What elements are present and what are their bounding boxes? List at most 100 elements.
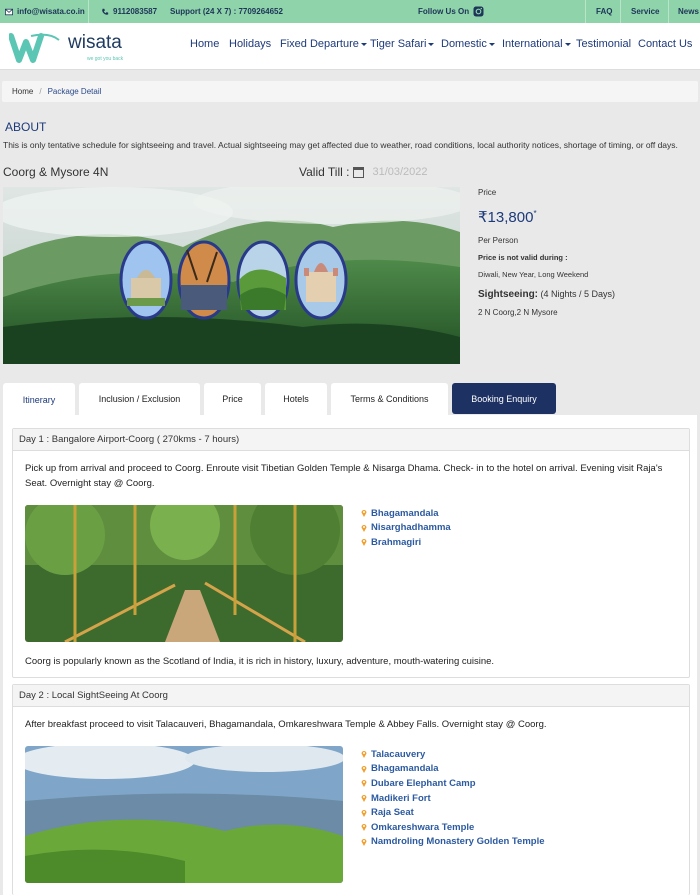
booking-enquiry-label: Booking Enquiry bbox=[471, 393, 537, 404]
nav-domestic-label: Domestic bbox=[441, 38, 487, 50]
service-link[interactable]: Service bbox=[631, 0, 659, 23]
tab-inclusion-exclusion[interactable]: Inclusion / Exclusion bbox=[79, 383, 200, 415]
day-title: Day 2 : Local SightSeeing At Coorg bbox=[13, 685, 689, 707]
phone-icon bbox=[102, 8, 109, 15]
mountain-landscape-image bbox=[3, 187, 460, 364]
map-pin-icon bbox=[361, 751, 367, 759]
not-valid-text: Diwali, New Year, Long Weekend bbox=[478, 270, 589, 279]
package-title: Coorg & Mysore 4N bbox=[3, 165, 109, 179]
faq-link[interactable]: FAQ bbox=[596, 0, 612, 23]
day-description: Pick up from arrival and proceed to Coor… bbox=[25, 463, 663, 489]
place-name: Nisarghadhamma bbox=[371, 522, 451, 534]
service-link-label: Service bbox=[631, 7, 660, 16]
day-photo bbox=[25, 746, 343, 883]
brand-tagline: we got you back bbox=[87, 56, 124, 62]
valid-label: Valid Till : bbox=[299, 165, 350, 179]
nav-holidays-label: Holidays bbox=[229, 38, 272, 50]
nav-tiger-safari[interactable]: Tiger Safari bbox=[370, 38, 435, 50]
green-hills-thumbnail bbox=[236, 240, 290, 320]
breadcrumb-separator: / bbox=[39, 87, 42, 96]
follow-text: Follow Us On bbox=[418, 7, 470, 16]
list-item[interactable]: Talacauvery bbox=[361, 747, 545, 762]
place-name: Bhagamandala bbox=[371, 507, 439, 519]
rope-bridge-image bbox=[25, 505, 343, 642]
tab-hotels[interactable]: Hotels bbox=[265, 383, 327, 415]
list-item[interactable]: Bhagamandala bbox=[361, 762, 545, 777]
sightseeing: Sightseeing: (4 Nights / 5 Days) bbox=[478, 289, 615, 300]
breadcrumb-home[interactable]: Home bbox=[12, 87, 33, 96]
brand-name: wisata bbox=[68, 32, 122, 53]
brand-logo[interactable]: wisata we got you back bbox=[8, 28, 129, 66]
list-item[interactable]: Dubare Elephant Camp bbox=[361, 776, 545, 791]
price-label: Price bbox=[478, 188, 497, 197]
map-pin-icon bbox=[361, 824, 367, 832]
map-pin-icon bbox=[361, 795, 367, 803]
nav-contact-us-label: Contact Us bbox=[638, 38, 693, 50]
route-summary: 2 N Coorg,2 N Mysore bbox=[478, 308, 558, 317]
place-list: Bhagamandala Nisarghadhamma Brahmagiri bbox=[361, 506, 451, 550]
nav-contact-us[interactable]: Contact Us bbox=[638, 38, 692, 50]
map-pin-icon bbox=[361, 780, 367, 788]
day-card: Day 1 : Bangalore Airport-Coorg ( 270kms… bbox=[12, 428, 690, 678]
list-item[interactable]: Raja Seat bbox=[361, 805, 545, 820]
nav-home[interactable]: Home bbox=[190, 38, 219, 50]
nav-tiger-safari-label: Tiger Safari bbox=[370, 38, 427, 50]
day-card: Day 2 : Local SightSeeing At Coorg After… bbox=[12, 684, 690, 895]
breadcrumb-current: Package Detail bbox=[47, 87, 102, 96]
day-description: After breakfast proceed to visit Talacau… bbox=[25, 719, 547, 730]
package-hero-image bbox=[3, 187, 460, 364]
nav-fixed-departure[interactable]: Fixed Departure bbox=[280, 38, 367, 50]
nav-testimonial-label: Testimonial bbox=[576, 38, 632, 50]
tab-terms[interactable]: Terms & Conditions bbox=[331, 383, 448, 415]
list-item[interactable]: Bhagamandala bbox=[361, 506, 451, 521]
place-name: Omkareshwara Temple bbox=[371, 821, 475, 833]
about-heading: ABOUT bbox=[5, 120, 47, 134]
hills-landscape-image bbox=[25, 746, 343, 883]
list-item[interactable]: Brahmagiri bbox=[361, 535, 451, 550]
place-name: Raja Seat bbox=[371, 807, 414, 819]
nav-international[interactable]: International bbox=[502, 38, 571, 50]
vidhana-soudha-thumbnail bbox=[119, 240, 173, 320]
tab-inclusion-label: Inclusion / Exclusion bbox=[98, 394, 181, 404]
tab-price[interactable]: Price bbox=[204, 383, 261, 415]
chevron-down-icon bbox=[488, 42, 495, 46]
place-name: Dubare Elephant Camp bbox=[371, 777, 476, 789]
breadcrumb: Home / Package Detail bbox=[2, 81, 698, 102]
list-item[interactable]: Namdroling Monastery Golden Temple bbox=[361, 835, 545, 850]
chevron-down-icon bbox=[564, 42, 571, 46]
sightseeing-label: Sightseeing: bbox=[478, 289, 539, 300]
chevron-down-icon bbox=[360, 42, 367, 46]
support-text: Support (24 X 7) : 7709264652 bbox=[170, 7, 283, 16]
map-pin-icon bbox=[361, 809, 367, 817]
itinerary-panel: Day 1 : Bangalore Airport-Coorg ( 270kms… bbox=[3, 415, 697, 895]
email-contact[interactable]: info@wisata.co.in bbox=[5, 0, 85, 23]
news-link[interactable]: News bbox=[678, 0, 699, 23]
faq-link-label: FAQ bbox=[596, 7, 613, 16]
nav-testimonial[interactable]: Testimonial bbox=[576, 38, 631, 50]
day-note: Coorg is popularly known as the Scotland… bbox=[25, 656, 495, 667]
envelope-icon bbox=[5, 8, 13, 15]
site-header: wisata we got you back Home Holidays Fix… bbox=[0, 23, 700, 70]
tab-hotels-label: Hotels bbox=[283, 394, 309, 404]
instagram-icon[interactable] bbox=[473, 6, 484, 17]
booking-enquiry-button[interactable]: Booking Enquiry bbox=[452, 383, 556, 414]
phone-contact[interactable]: 9112083587 bbox=[101, 0, 157, 23]
map-pin-icon bbox=[361, 765, 367, 773]
list-item[interactable]: Madikeri Fort bbox=[361, 791, 545, 806]
list-item[interactable]: Nisarghadhamma bbox=[361, 521, 451, 536]
phone-text: 9112083587 bbox=[113, 7, 158, 16]
day-title: Day 1 : Bangalore Airport-Coorg ( 270kms… bbox=[13, 429, 689, 451]
list-item[interactable]: Omkareshwara Temple bbox=[361, 820, 545, 835]
nav-fixed-departure-label: Fixed Departure bbox=[280, 38, 359, 50]
valid-date: 31/03/2022 bbox=[372, 166, 428, 178]
price-value: ₹13,800 bbox=[478, 209, 534, 226]
sunset-thumbnail bbox=[177, 240, 231, 320]
tab-itinerary[interactable]: Itinerary bbox=[3, 383, 75, 417]
nav-holidays[interactable]: Holidays bbox=[229, 38, 271, 50]
nav-domestic[interactable]: Domestic bbox=[441, 38, 495, 50]
about-text: This is only tentative schedule for sigh… bbox=[3, 140, 678, 150]
support-contact[interactable]: Support (24 X 7) : 7709264652 bbox=[170, 0, 283, 23]
tab-terms-label: Terms & Conditions bbox=[350, 394, 429, 404]
map-pin-icon bbox=[361, 539, 367, 547]
email-text: info@wisata.co.in bbox=[17, 7, 85, 16]
